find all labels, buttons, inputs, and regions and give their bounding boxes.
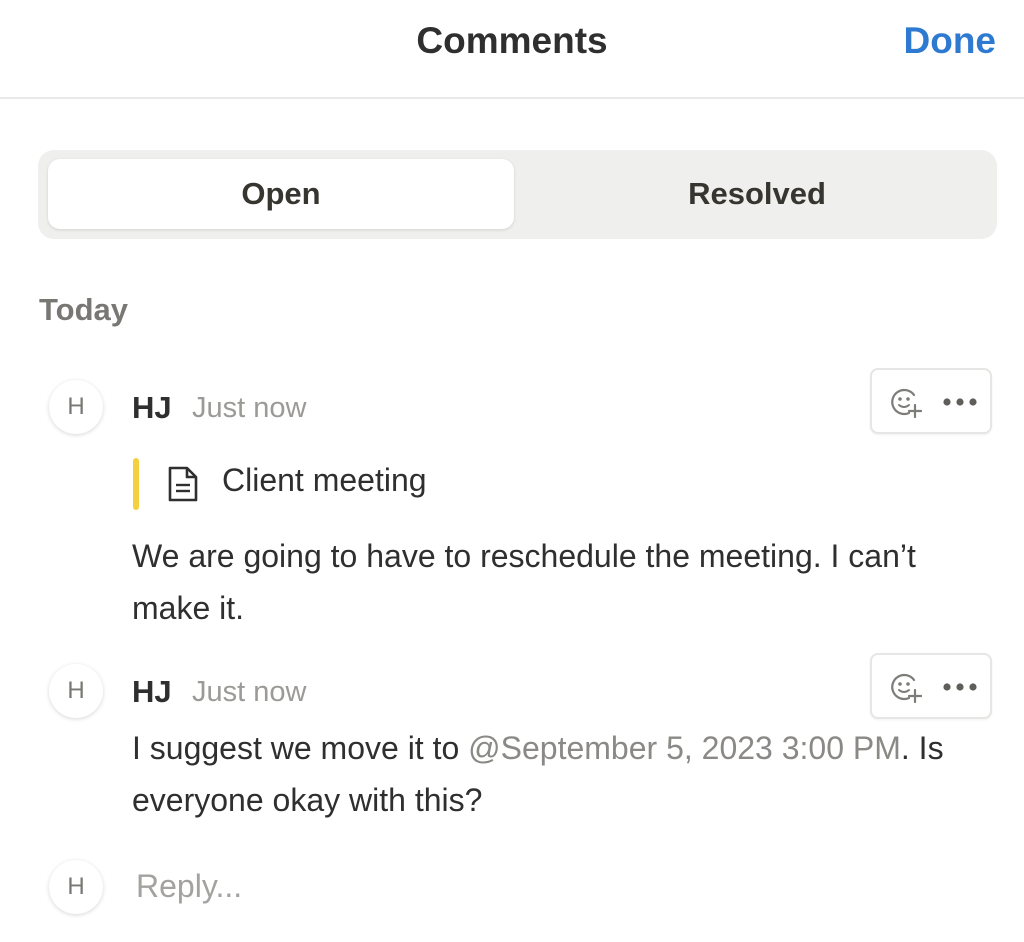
comment-timestamp: Just now bbox=[192, 392, 307, 424]
comment-timestamp: Just now bbox=[192, 676, 307, 708]
section-label-today: Today bbox=[39, 292, 128, 327]
comment-actions bbox=[870, 653, 992, 719]
more-icon[interactable] bbox=[942, 681, 978, 693]
avatar[interactable]: H bbox=[49, 380, 103, 434]
avatar: H bbox=[49, 860, 103, 914]
date-mention[interactable]: @September 5, 2023 3:00 PM bbox=[468, 730, 901, 766]
add-reaction-icon[interactable] bbox=[888, 385, 922, 419]
comment-text-before: I suggest we move it to bbox=[132, 730, 469, 766]
comment-author: HJ bbox=[132, 674, 172, 709]
avatar[interactable]: H bbox=[49, 664, 103, 718]
comment-text: I suggest we move it to @September 5, 20… bbox=[132, 722, 1002, 826]
done-button[interactable]: Done bbox=[904, 20, 997, 62]
comment-author: HJ bbox=[132, 390, 172, 425]
header-bar: Comments Done bbox=[0, 0, 1024, 99]
tab-open[interactable]: Open bbox=[48, 159, 514, 229]
comment-text: We are going to have to reschedule the m… bbox=[132, 538, 916, 626]
quoted-page-link[interactable]: Client meeting bbox=[222, 462, 427, 499]
add-reaction-icon[interactable] bbox=[888, 670, 922, 704]
reply-input[interactable] bbox=[122, 860, 950, 912]
tab-resolved[interactable]: Resolved bbox=[524, 159, 990, 229]
page-title: Comments bbox=[416, 20, 608, 61]
comment-actions bbox=[870, 368, 992, 434]
document-icon bbox=[168, 466, 198, 502]
more-icon[interactable] bbox=[942, 396, 978, 408]
quote-bar bbox=[133, 458, 139, 510]
status-segmented-control: Open Resolved bbox=[38, 150, 997, 239]
